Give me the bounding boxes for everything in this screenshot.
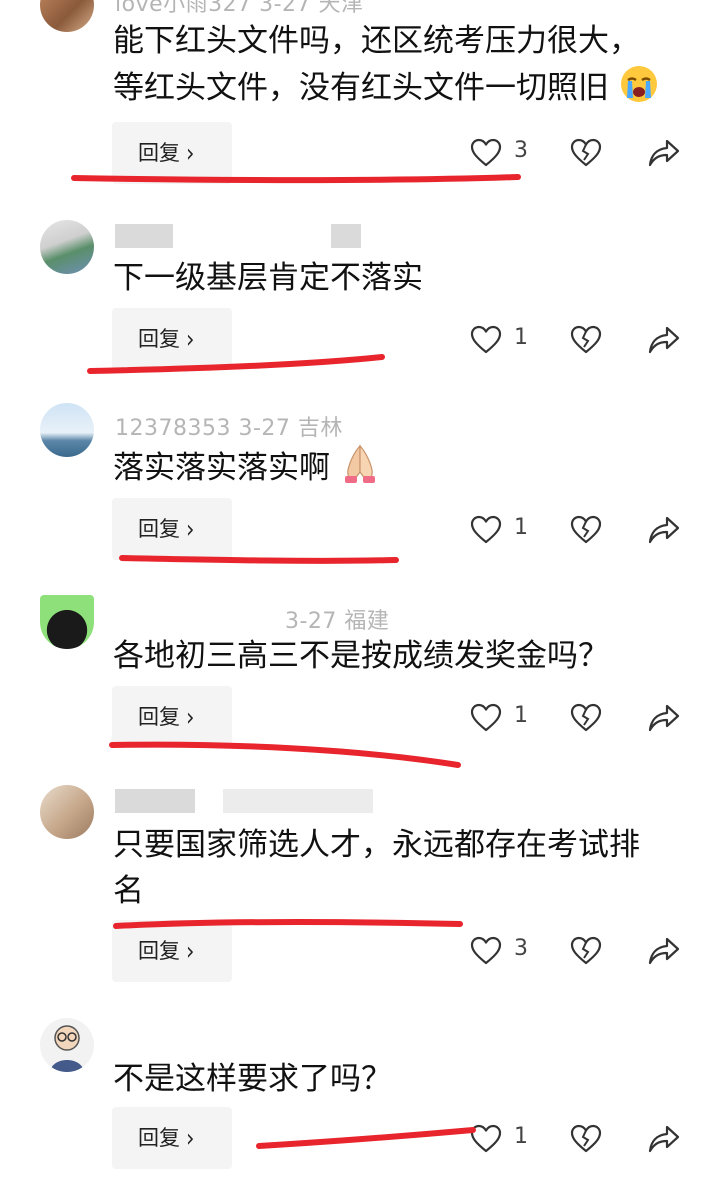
like-count: 1 (514, 703, 528, 728)
comment-meta: 12378353 3-27 吉林 (115, 416, 343, 441)
like-button[interactable]: 3 (470, 930, 540, 970)
comment-text-line: 不是这样要求了吗？ (113, 1061, 392, 1097)
dislike-button[interactable] (570, 509, 606, 549)
heart-icon (470, 515, 502, 544)
share-button[interactable] (648, 697, 684, 737)
comment-text: 不是这样要求了吗？ (113, 1056, 683, 1102)
dislike-button[interactable] (570, 697, 606, 737)
like-button[interactable]: 1 (470, 1118, 540, 1158)
share-icon (648, 326, 680, 354)
heart-icon (470, 1124, 502, 1153)
chevron-right-icon: › (186, 514, 195, 544)
avatar[interactable] (40, 595, 94, 649)
comment-item: love小雨327 3-27 天津 能下红头文件吗，还区统考压力很大， 等红头文… (0, 0, 710, 190)
share-icon (648, 1125, 680, 1153)
comment-item: 12378353 3-27 吉林 落实落实落实啊 回复 › 1 (0, 400, 710, 575)
dislike-button[interactable] (570, 132, 606, 172)
comment-meta: love小雨327 3-27 天津 (115, 0, 364, 17)
like-count: 1 (514, 1124, 528, 1149)
comment-meta: 3-27 福建 (285, 609, 390, 634)
broken-heart-icon (570, 325, 602, 354)
reply-button[interactable]: 回复 › (112, 122, 232, 184)
dislike-button[interactable] (570, 319, 606, 359)
avatar[interactable] (40, 403, 94, 457)
comment-text: 只要国家筛选人才，永远都存在考试排 名 (113, 822, 683, 914)
broken-heart-icon (570, 936, 602, 965)
share-icon (648, 139, 680, 167)
comment-text: 下一级基层肯定不落实 (113, 255, 683, 301)
reply-button[interactable]: 回复 › (112, 686, 232, 748)
comment-text-line: 等红头文件，没有红头文件一切照旧 (113, 64, 683, 117)
share-button[interactable] (648, 509, 684, 549)
share-icon (648, 937, 680, 965)
like-button[interactable]: 1 (470, 509, 540, 549)
avatar[interactable] (40, 0, 94, 32)
comment-item: 下一级基层肯定不落实 回复 › 1 (0, 215, 710, 390)
reply-button[interactable]: 回复 › (112, 308, 232, 370)
share-button[interactable] (648, 930, 684, 970)
broken-heart-icon (570, 703, 602, 732)
reply-button[interactable]: 回复 › (112, 1107, 232, 1169)
comment-item: 只要国家筛选人才，永远都存在考试排 名 回复 › 3 (0, 780, 710, 1000)
dislike-button[interactable] (570, 930, 606, 970)
comment-text-line: 下一级基层肯定不落实 (113, 260, 423, 296)
heart-icon (470, 936, 502, 965)
like-button[interactable]: 1 (470, 319, 540, 359)
chevron-right-icon: › (186, 702, 195, 732)
reply-label: 回复 (138, 141, 180, 165)
chevron-right-icon: › (186, 936, 195, 966)
reply-label: 回复 (138, 1126, 180, 1150)
avatar[interactable] (40, 1018, 94, 1072)
reply-label: 回复 (138, 327, 180, 351)
reply-label: 回复 (138, 517, 180, 541)
broken-heart-icon (570, 138, 602, 167)
comment-text: 能下红头文件吗，还区统考压力很大， 等红头文件，没有红头文件一切照旧 (113, 18, 683, 117)
heart-icon (470, 138, 502, 167)
comment-text: 各地初三高三不是按成绩发奖金吗？ (113, 633, 683, 679)
broken-heart-icon (570, 515, 602, 544)
comment-item: 3-27 福建 各地初三高三不是按成绩发奖金吗？ 回复 › 1 (0, 585, 710, 775)
chevron-right-icon: › (186, 1123, 195, 1153)
chevron-right-icon: › (186, 138, 195, 168)
loudly-crying-face-icon (619, 64, 659, 117)
comment-meta (115, 788, 373, 813)
red-underline-annotation (256, 1127, 476, 1149)
reply-button[interactable]: 回复 › (112, 920, 232, 982)
broken-heart-icon (570, 1124, 602, 1153)
share-icon (648, 516, 680, 544)
comment-meta (115, 223, 361, 248)
comment-text-line: 只要国家筛选人才，永远都存在考试排 (113, 827, 640, 863)
comment-text-line: 名 (113, 873, 144, 909)
chevron-right-icon: › (186, 324, 195, 354)
share-button[interactable] (648, 319, 684, 359)
like-count: 3 (514, 138, 528, 163)
like-count: 1 (514, 325, 528, 350)
reply-label: 回复 (138, 705, 180, 729)
share-button[interactable] (648, 1118, 684, 1158)
reply-button[interactable]: 回复 › (112, 498, 232, 560)
avatar[interactable] (40, 785, 94, 839)
dislike-button[interactable] (570, 1118, 606, 1158)
like-count: 3 (514, 936, 528, 961)
heart-icon (470, 703, 502, 732)
like-button[interactable]: 1 (470, 697, 540, 737)
comment-text-segment: 落实落实落实啊 (113, 450, 330, 486)
comment-text-line: 各地初三高三不是按成绩发奖金吗？ (113, 638, 609, 674)
comment-text-segment: 等红头文件，没有红头文件一切照旧 (113, 70, 609, 106)
heart-icon (470, 325, 502, 354)
comment-item: 不是这样要求了吗？ 回复 › 1 (0, 1010, 710, 1178)
reply-label: 回复 (138, 939, 180, 963)
avatar[interactable] (40, 220, 94, 274)
comment-text: 落实落实落实啊 (113, 442, 683, 497)
like-button[interactable]: 3 (470, 132, 540, 172)
comment-text-line: 落实落实落实啊 (113, 442, 683, 497)
share-button[interactable] (648, 132, 684, 172)
comment-text-line: 能下红头文件吗，还区统考压力很大， (113, 23, 640, 59)
folded-hands-icon (340, 442, 380, 497)
share-icon (648, 704, 680, 732)
like-count: 1 (514, 515, 528, 540)
